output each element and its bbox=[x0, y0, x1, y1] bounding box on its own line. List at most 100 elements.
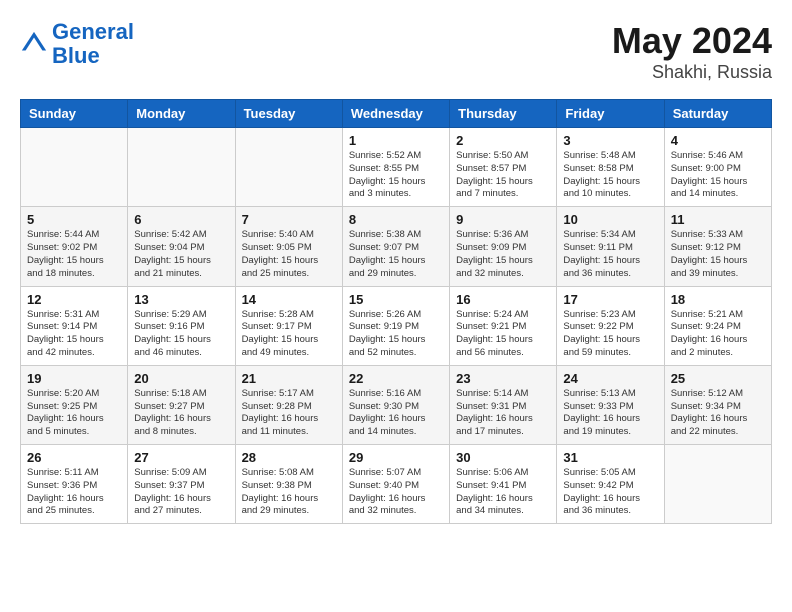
weekday-header: Wednesday bbox=[342, 100, 449, 128]
day-number: 9 bbox=[456, 212, 550, 227]
day-info: Sunrise: 5:23 AM Sunset: 9:22 PM Dayligh… bbox=[563, 309, 657, 360]
day-number: 13 bbox=[134, 292, 228, 307]
calendar-cell: 23 Sunrise: 5:14 AM Sunset: 9:31 PM Dayli… bbox=[450, 365, 557, 444]
calendar-cell: 10 Sunrise: 5:34 AM Sunset: 9:11 PM Dayli… bbox=[557, 207, 664, 286]
day-info: Sunrise: 5:33 AM Sunset: 9:12 PM Dayligh… bbox=[671, 229, 765, 280]
weekday-header: Saturday bbox=[664, 100, 771, 128]
day-info: Sunrise: 5:52 AM Sunset: 8:55 PM Dayligh… bbox=[349, 150, 443, 201]
day-number: 17 bbox=[563, 292, 657, 307]
day-number: 14 bbox=[242, 292, 336, 307]
calendar-cell: 28 Sunrise: 5:08 AM Sunset: 9:38 PM Dayli… bbox=[235, 445, 342, 524]
day-number: 4 bbox=[671, 133, 765, 148]
calendar-cell: 9 Sunrise: 5:36 AM Sunset: 9:09 PM Daylig… bbox=[450, 207, 557, 286]
day-info: Sunrise: 5:34 AM Sunset: 9:11 PM Dayligh… bbox=[563, 229, 657, 280]
day-number: 26 bbox=[27, 450, 121, 465]
day-info: Sunrise: 5:24 AM Sunset: 9:21 PM Dayligh… bbox=[456, 309, 550, 360]
calendar-week-row: 19 Sunrise: 5:20 AM Sunset: 9:25 PM Dayli… bbox=[21, 365, 772, 444]
calendar-cell: 12 Sunrise: 5:31 AM Sunset: 9:14 PM Dayli… bbox=[21, 286, 128, 365]
weekday-header: Tuesday bbox=[235, 100, 342, 128]
day-number: 29 bbox=[349, 450, 443, 465]
day-info: Sunrise: 5:13 AM Sunset: 9:33 PM Dayligh… bbox=[563, 388, 657, 439]
day-info: Sunrise: 5:09 AM Sunset: 9:37 PM Dayligh… bbox=[134, 467, 228, 518]
day-number: 11 bbox=[671, 212, 765, 227]
calendar-cell: 24Sunrise: 5:13 AM Sunset: 9:33 PM Dayli… bbox=[557, 365, 664, 444]
day-number: 18 bbox=[671, 292, 765, 307]
day-info: Sunrise: 5:18 AM Sunset: 9:27 PM Dayligh… bbox=[134, 388, 228, 439]
calendar-week-row: 12 Sunrise: 5:31 AM Sunset: 9:14 PM Dayli… bbox=[21, 286, 772, 365]
day-number: 21 bbox=[242, 371, 336, 386]
day-info: Sunrise: 5:50 AM Sunset: 8:57 PM Dayligh… bbox=[456, 150, 550, 201]
calendar-cell: 17 Sunrise: 5:23 AM Sunset: 9:22 PM Dayli… bbox=[557, 286, 664, 365]
calendar-cell: 3 Sunrise: 5:48 AM Sunset: 8:58 PM Daylig… bbox=[557, 128, 664, 207]
day-info: Sunrise: 5:44 AM Sunset: 9:02 PM Dayligh… bbox=[27, 229, 121, 280]
day-number: 31 bbox=[563, 450, 657, 465]
calendar-cell: 1 Sunrise: 5:52 AM Sunset: 8:55 PM Daylig… bbox=[342, 128, 449, 207]
logo-blue: Blue bbox=[52, 44, 134, 68]
day-info: Sunrise: 5:14 AM Sunset: 9:31 PM Dayligh… bbox=[456, 388, 550, 439]
day-number: 23 bbox=[456, 371, 550, 386]
calendar-cell: 13 Sunrise: 5:29 AM Sunset: 9:16 PM Dayli… bbox=[128, 286, 235, 365]
day-number: 1 bbox=[349, 133, 443, 148]
day-number: 28 bbox=[242, 450, 336, 465]
day-number: 10 bbox=[563, 212, 657, 227]
calendar-cell: 14 Sunrise: 5:28 AM Sunset: 9:17 PM Dayli… bbox=[235, 286, 342, 365]
day-info: Sunrise: 5:48 AM Sunset: 8:58 PM Dayligh… bbox=[563, 150, 657, 201]
day-info: Sunrise: 5:31 AM Sunset: 9:14 PM Dayligh… bbox=[27, 309, 121, 360]
calendar-cell: 15 Sunrise: 5:26 AM Sunset: 9:19 PM Dayli… bbox=[342, 286, 449, 365]
day-number: 2 bbox=[456, 133, 550, 148]
calendar-cell: 11 Sunrise: 5:33 AM Sunset: 9:12 PM Dayli… bbox=[664, 207, 771, 286]
calendar-cell: 8Sunrise: 5:38 AM Sunset: 9:07 PM Daylig… bbox=[342, 207, 449, 286]
calendar-body: 1 Sunrise: 5:52 AM Sunset: 8:55 PM Daylig… bbox=[21, 128, 772, 524]
calendar-cell bbox=[235, 128, 342, 207]
calendar-cell: 29 Sunrise: 5:07 AM Sunset: 9:40 PM Dayli… bbox=[342, 445, 449, 524]
day-info: Sunrise: 5:26 AM Sunset: 9:19 PM Dayligh… bbox=[349, 309, 443, 360]
weekday-header: Thursday bbox=[450, 100, 557, 128]
day-info: Sunrise: 5:20 AM Sunset: 9:25 PM Dayligh… bbox=[27, 388, 121, 439]
day-number: 8 bbox=[349, 212, 443, 227]
calendar-header: SundayMondayTuesdayWednesdayThursdayFrid… bbox=[21, 100, 772, 128]
day-info: Sunrise: 5:12 AM Sunset: 9:34 PM Dayligh… bbox=[671, 388, 765, 439]
day-number: 7 bbox=[242, 212, 336, 227]
calendar-cell: 20 Sunrise: 5:18 AM Sunset: 9:27 PM Dayli… bbox=[128, 365, 235, 444]
day-info: Sunrise: 5:40 AM Sunset: 9:05 PM Dayligh… bbox=[242, 229, 336, 280]
day-number: 12 bbox=[27, 292, 121, 307]
day-number: 22 bbox=[349, 371, 443, 386]
calendar-cell: 7 Sunrise: 5:40 AM Sunset: 9:05 PM Daylig… bbox=[235, 207, 342, 286]
calendar-cell: 4 Sunrise: 5:46 AM Sunset: 9:00 PM Daylig… bbox=[664, 128, 771, 207]
calendar-cell bbox=[21, 128, 128, 207]
day-info: Sunrise: 5:05 AM Sunset: 9:42 PM Dayligh… bbox=[563, 467, 657, 518]
day-info: Sunrise: 5:28 AM Sunset: 9:17 PM Dayligh… bbox=[242, 309, 336, 360]
day-info: Sunrise: 5:46 AM Sunset: 9:00 PM Dayligh… bbox=[671, 150, 765, 201]
day-info: Sunrise: 5:07 AM Sunset: 9:40 PM Dayligh… bbox=[349, 467, 443, 518]
day-number: 20 bbox=[134, 371, 228, 386]
calendar-week-row: 26 Sunrise: 5:11 AM Sunset: 9:36 PM Dayli… bbox=[21, 445, 772, 524]
day-info: Sunrise: 5:36 AM Sunset: 9:09 PM Dayligh… bbox=[456, 229, 550, 280]
calendar-cell: 25Sunrise: 5:12 AM Sunset: 9:34 PM Dayli… bbox=[664, 365, 771, 444]
day-info: Sunrise: 5:29 AM Sunset: 9:16 PM Dayligh… bbox=[134, 309, 228, 360]
logo-text: General Blue bbox=[52, 20, 134, 68]
day-info: Sunrise: 5:08 AM Sunset: 9:38 PM Dayligh… bbox=[242, 467, 336, 518]
day-number: 15 bbox=[349, 292, 443, 307]
weekday-header: Friday bbox=[557, 100, 664, 128]
logo: General Blue bbox=[20, 20, 134, 68]
calendar-cell: 5 Sunrise: 5:44 AM Sunset: 9:02 PM Daylig… bbox=[21, 207, 128, 286]
calendar-cell: 27 Sunrise: 5:09 AM Sunset: 9:37 PM Dayli… bbox=[128, 445, 235, 524]
logo-general: General bbox=[52, 19, 134, 44]
calendar-cell: 31 Sunrise: 5:05 AM Sunset: 9:42 PM Dayli… bbox=[557, 445, 664, 524]
day-number: 3 bbox=[563, 133, 657, 148]
calendar-cell: 16Sunrise: 5:24 AM Sunset: 9:21 PM Dayli… bbox=[450, 286, 557, 365]
day-number: 5 bbox=[27, 212, 121, 227]
day-info: Sunrise: 5:16 AM Sunset: 9:30 PM Dayligh… bbox=[349, 388, 443, 439]
page-header: General Blue May 2024 Shakhi, Russia bbox=[20, 20, 772, 83]
day-info: Sunrise: 5:11 AM Sunset: 9:36 PM Dayligh… bbox=[27, 467, 121, 518]
location: Shakhi, Russia bbox=[612, 62, 772, 83]
calendar-week-row: 5 Sunrise: 5:44 AM Sunset: 9:02 PM Daylig… bbox=[21, 207, 772, 286]
day-number: 19 bbox=[27, 371, 121, 386]
day-number: 27 bbox=[134, 450, 228, 465]
logo-icon bbox=[20, 30, 48, 58]
calendar-cell: 21Sunrise: 5:17 AM Sunset: 9:28 PM Dayli… bbox=[235, 365, 342, 444]
day-number: 30 bbox=[456, 450, 550, 465]
month-title: May 2024 Shakhi, Russia bbox=[612, 20, 772, 83]
calendar-cell: 18Sunrise: 5:21 AM Sunset: 9:24 PM Dayli… bbox=[664, 286, 771, 365]
calendar-cell: 19 Sunrise: 5:20 AM Sunset: 9:25 PM Dayli… bbox=[21, 365, 128, 444]
